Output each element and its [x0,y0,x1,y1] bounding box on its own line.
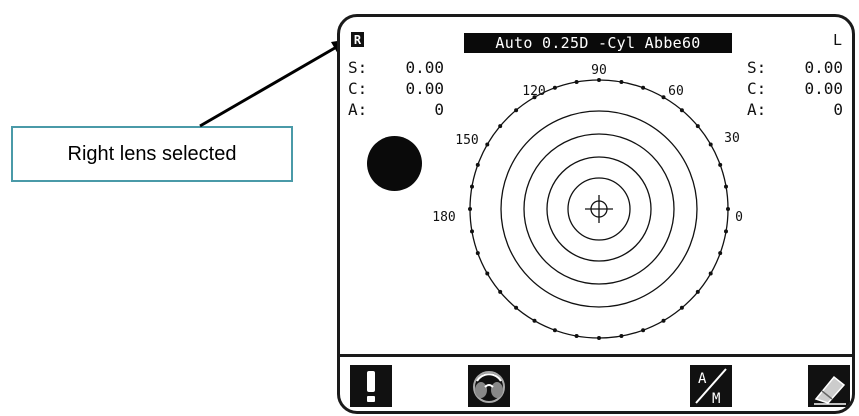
dial-label-150: 150 [455,133,478,148]
dial-label-120: 120 [522,84,545,99]
bottom-toolbar: A M [340,354,852,411]
dial-label-90: 90 [591,63,607,78]
lens-holder-button[interactable] [468,365,510,407]
target-dial: 90 120 60 150 30 180 0 [432,63,743,340]
dial-label-60: 60 [668,84,684,99]
manual-label: M [712,391,720,407]
dial-label-180: 180 [432,210,455,225]
lensmeter-screen: R L Auto 0.25D -Cyl Abbe60 S: 0.00 C: 0.… [337,14,855,414]
exclamation-icon [367,371,375,402]
crosshair-icon [585,195,613,223]
auto-label: A [698,371,707,387]
warning-button[interactable] [350,365,392,407]
dial-label-0: 0 [735,210,743,225]
auto-manual-button[interactable]: A M [690,365,732,407]
dial-label-30: 30 [724,131,740,146]
clear-button[interactable] [808,365,850,407]
